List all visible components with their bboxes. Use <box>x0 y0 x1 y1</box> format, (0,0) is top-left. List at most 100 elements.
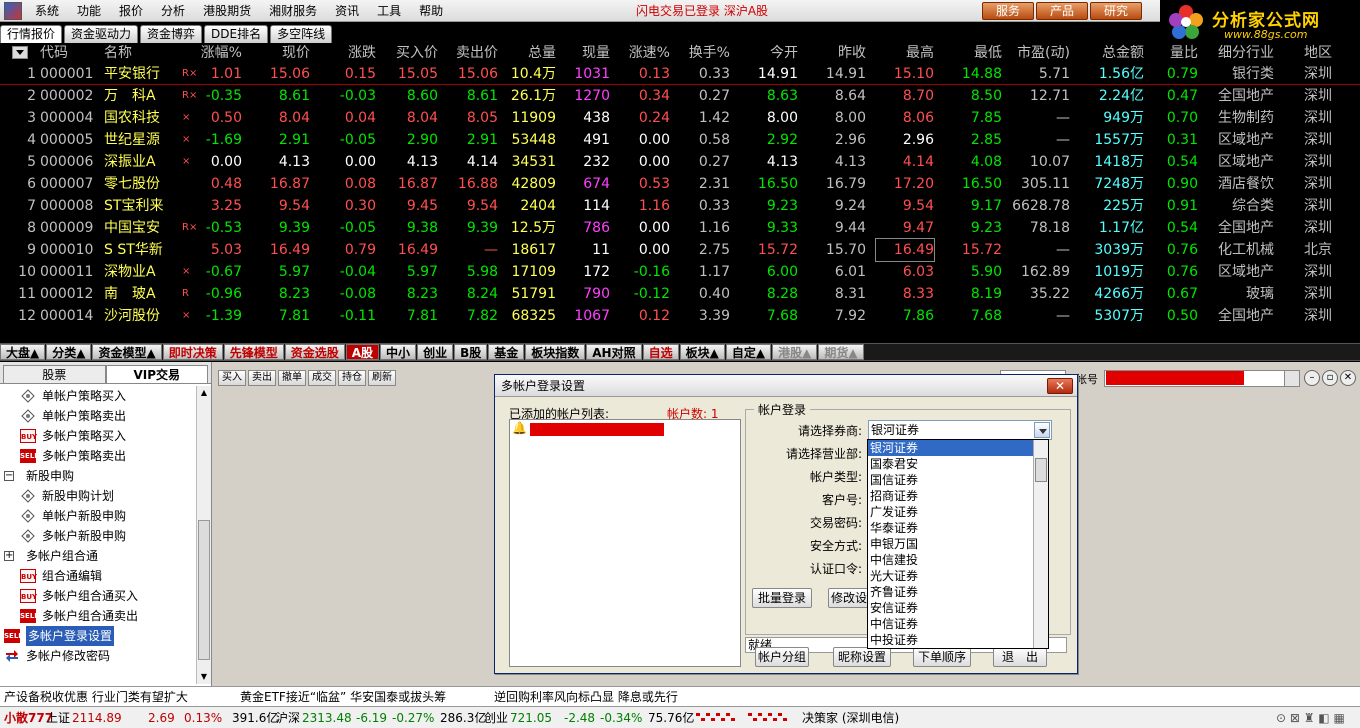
news-item[interactable]: 黄金ETF接近“临盆” 华安国泰或拔头筹 <box>240 687 446 707</box>
menu-item[interactable]: 分析 <box>152 0 194 22</box>
tree-item[interactable]: BUY 组合通编辑 <box>0 566 196 586</box>
menu-item[interactable]: 报价 <box>110 0 152 22</box>
broker-option[interactable]: 中信证券 <box>868 616 1048 632</box>
tree-item[interactable]: 多帐户修改密码 <box>0 646 196 666</box>
tree-item[interactable]: SELL 多帐户组合通卖出 <box>0 606 196 626</box>
close-icon[interactable]: ✕ <box>1340 370 1356 386</box>
menu-item[interactable]: 功能 <box>68 0 110 22</box>
category-tab[interactable]: AH对照 <box>586 344 642 360</box>
column-header[interactable]: 最低 <box>944 43 1002 65</box>
scroll-thumb[interactable] <box>1035 458 1047 482</box>
chevron-down-icon[interactable] <box>1034 422 1050 438</box>
table-row[interactable]: 2 R× 000002 万 科A -0.35 8.61 -0.03 8.60 8.61 26.1万… <box>0 85 1360 107</box>
table-row[interactable]: 3 × 000004 国农科技 0.50 8.04 0.04 8.04 8.05 11909 438… <box>0 107 1360 129</box>
table-row[interactable]: 9 000010 S ST华新 5.03 16.49 0.79 16.49 — 18617 11 0… <box>0 238 1360 262</box>
category-tab[interactable]: 分类▲ <box>46 344 92 360</box>
column-header[interactable]: 名称 <box>104 43 176 65</box>
broker-option[interactable]: 广发证券 <box>868 504 1048 520</box>
chevron-down-icon[interactable] <box>1284 371 1299 386</box>
tab-0[interactable]: 行情报价 <box>0 25 63 43</box>
table-row[interactable]: 7 000008 ST宝利来 3.25 9.54 0.30 9.45 9.54 2404 114 1… <box>0 195 1360 217</box>
column-header[interactable]: 卖出价 <box>444 43 498 65</box>
category-tab[interactable]: 大盘▲ <box>0 344 46 360</box>
tree-item[interactable]: 多帐户新股申购 <box>0 526 196 546</box>
category-tab[interactable]: 资金模型▲ <box>92 344 162 360</box>
tab-2[interactable]: 资金博弈 <box>140 25 203 43</box>
news-item[interactable]: 产设备税收优惠 行业门类有望扩大 <box>4 687 188 707</box>
category-tab[interactable]: 板块▲ <box>679 344 725 360</box>
nickname-settings-button[interactable]: 昵称设置 <box>833 647 891 667</box>
trade-toolbar-button[interactable]: 撤单 <box>278 370 306 386</box>
scroll-up-icon[interactable]: ▲ <box>198 387 210 399</box>
broker-select[interactable]: 银河证券 <box>868 420 1052 440</box>
top-button[interactable]: 服务 <box>982 2 1034 20</box>
tree-item[interactable]: BUY 多帐户组合通买入 <box>0 586 196 606</box>
category-tab[interactable]: 板块指数 <box>525 344 586 360</box>
top-button[interactable]: 产品 <box>1036 2 1088 20</box>
category-tab[interactable]: 即时决策 <box>162 344 223 360</box>
menu-item[interactable]: 资讯 <box>326 0 368 22</box>
batch-login-button[interactable]: 批量登录 <box>752 588 812 608</box>
exit-button[interactable]: 退 出 <box>993 647 1047 667</box>
trade-toolbar-button[interactable]: 持仓 <box>338 370 366 386</box>
menu-item[interactable]: 系统 <box>26 0 68 22</box>
sidebar-scrollbar[interactable]: ▲ ▼ <box>196 386 211 684</box>
restore-icon[interactable]: ▫ <box>1322 370 1338 386</box>
tab-4[interactable]: 多空阵线 <box>270 25 333 43</box>
table-row[interactable]: 8 R× 000009 中国宝安 -0.53 9.39 -0.05 9.38 9.39 12.5万… <box>0 217 1360 239</box>
column-header[interactable]: 最高 <box>876 43 934 65</box>
column-header[interactable]: 今开 <box>740 43 798 65</box>
broker-list-scrollbar[interactable] <box>1033 440 1048 648</box>
category-tab[interactable]: 港股▲ <box>772 344 818 360</box>
scroll-thumb[interactable] <box>198 520 210 660</box>
menu-item[interactable]: 港股期货 <box>194 0 260 22</box>
table-row[interactable]: 10 × 000011 深物业A -0.67 5.97 -0.04 5.97 5.98 17109… <box>0 261 1360 283</box>
tree-item[interactable]: SELL 多帐户登录设置 <box>0 626 196 646</box>
collapse-icon[interactable]: − <box>4 471 14 481</box>
trade-toolbar-button[interactable]: 买入 <box>218 370 246 386</box>
column-header[interactable]: 昨收 <box>808 43 866 65</box>
column-header[interactable]: 涨幅% <box>196 43 242 65</box>
category-tab[interactable]: 基金 <box>488 344 525 360</box>
category-tab[interactable]: 资金选股 <box>284 344 345 360</box>
column-header[interactable]: 买入价 <box>384 43 438 65</box>
table-row[interactable]: 4 × 000005 世纪星源 -1.69 2.91 -0.05 2.90 2.91 53448 4… <box>0 129 1360 151</box>
scroll-down-icon[interactable]: ▼ <box>198 671 210 683</box>
minimize-icon[interactable]: – <box>1304 370 1320 386</box>
column-header[interactable]: 市盈(动) <box>1006 43 1070 65</box>
category-tab[interactable]: 自定▲ <box>725 344 772 360</box>
broker-option[interactable]: 中投证券 <box>868 632 1048 648</box>
column-header[interactable]: 总金额 <box>1082 43 1144 65</box>
column-header[interactable]: 细分行业 <box>1204 43 1274 65</box>
expand-icon[interactable]: + <box>4 551 14 561</box>
modify-settings-button[interactable]: 修改设 <box>828 588 870 608</box>
dialog-close-button[interactable]: ✕ <box>1047 378 1073 394</box>
column-header[interactable]: 地区 <box>1290 43 1332 65</box>
account-list[interactable]: 🔔 <box>509 419 741 667</box>
tree-item[interactable]: SELL 多帐户策略卖出 <box>0 446 196 466</box>
category-tab[interactable]: 先锋模型 <box>223 344 284 360</box>
trade-toolbar-button[interactable]: 成交 <box>308 370 336 386</box>
broker-option[interactable]: 国信证券 <box>868 472 1048 488</box>
column-header[interactable]: 现价 <box>252 43 310 65</box>
column-header[interactable]: 涨速% <box>620 43 670 65</box>
tab-stocks[interactable]: 股票 <box>3 365 106 383</box>
column-header[interactable]: 代码 <box>40 43 96 65</box>
menu-item[interactable]: 湘财服务 <box>260 0 326 22</box>
table-row[interactable]: 11 R 000012 南 玻A -0.96 8.23 -0.08 8.23 8.24 51791… <box>0 283 1360 305</box>
tree-item[interactable]: 单帐户策略卖出 <box>0 406 196 426</box>
account-group-button[interactable]: 帐户分组 <box>755 647 809 667</box>
category-tab[interactable]: 期货▲ <box>818 344 864 360</box>
tree-item[interactable]: 单帐户策略买入 <box>0 386 196 406</box>
trade-toolbar-button[interactable]: 卖出 <box>248 370 276 386</box>
broker-option[interactable]: 国泰君安 <box>868 456 1048 472</box>
category-tab[interactable]: 创业 <box>417 344 454 360</box>
news-item[interactable]: 逆回购利率风向标凸显 降息或先行 <box>494 687 678 707</box>
tree-item[interactable]: BUY 多帐户策略买入 <box>0 426 196 446</box>
column-header[interactable]: 量比 <box>1150 43 1198 65</box>
tree-item[interactable]: + 多帐户组合通 <box>0 546 196 566</box>
top-button[interactable]: 研究 <box>1090 2 1142 20</box>
broker-option[interactable]: 光大证券 <box>868 568 1048 584</box>
tree-item[interactable]: − 新股申购 <box>0 466 196 486</box>
broker-option[interactable]: 安信证券 <box>868 600 1048 616</box>
